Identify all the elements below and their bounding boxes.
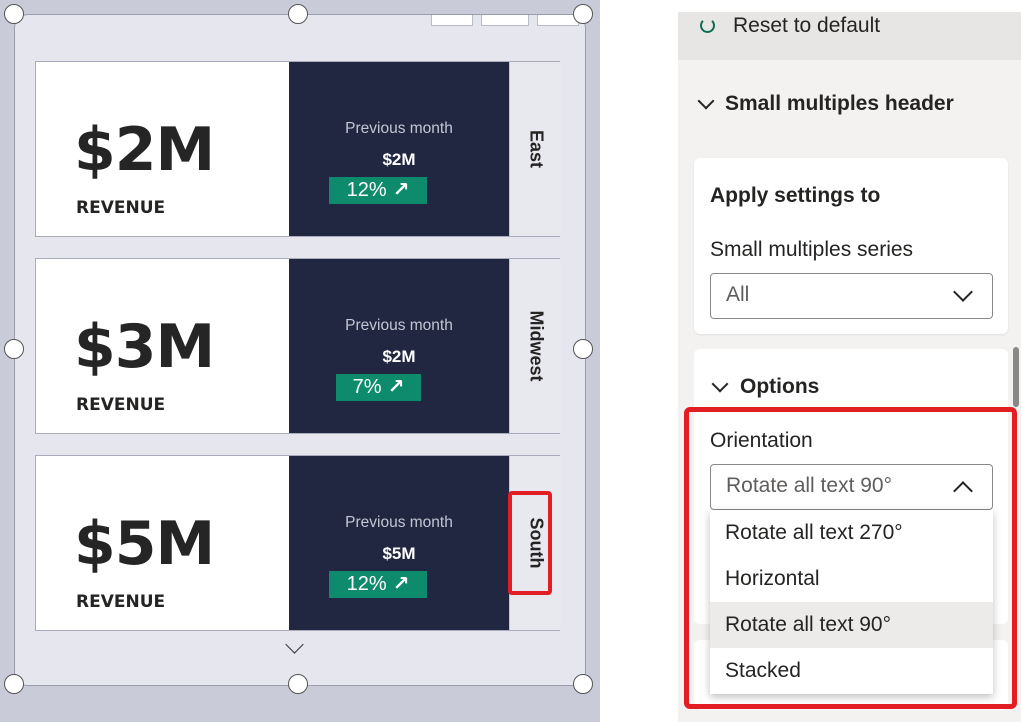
resize-handle-top-right[interactable]: [573, 4, 593, 24]
resize-handle-bottom-left[interactable]: [4, 674, 24, 694]
resize-handle-left[interactable]: [4, 339, 24, 359]
previous-month-label: Previous month: [345, 514, 453, 531]
focus-mode-button[interactable]: [481, 15, 529, 26]
pin-visual-button[interactable]: [431, 15, 473, 26]
orientation-highlight: [684, 407, 1017, 709]
change-percent: 12%: [346, 179, 387, 201]
arrow-up-right-icon: ↗: [387, 376, 405, 398]
south-label-highlight: [508, 491, 552, 595]
chevron-down-icon: [711, 375, 729, 395]
resize-handle-top-left[interactable]: [4, 4, 24, 24]
small-multiple-header: East: [509, 62, 561, 236]
kpi-card[interactable]: $2M REVENUE Previous month $2M 12% ↗ East: [35, 61, 561, 237]
kpi-label: REVENUE: [76, 198, 166, 218]
change-percent: 12%: [346, 573, 387, 595]
series-label: Small multiples series: [710, 238, 914, 261]
previous-month-value: $2M: [382, 347, 416, 366]
kpi-label: REVENUE: [76, 395, 166, 415]
kpi-value: $3M: [74, 312, 215, 382]
previous-month-label: Previous month: [345, 120, 453, 137]
resize-handle-top[interactable]: [288, 4, 308, 24]
region-label: Midwest: [526, 310, 546, 382]
apply-settings-title: Apply settings to: [710, 184, 881, 207]
previous-month-label: Previous month: [345, 317, 453, 334]
resize-handle-right[interactable]: [573, 339, 593, 359]
reset-label: Reset to default: [733, 14, 881, 37]
change-badge: 7% ↗: [336, 374, 421, 401]
kpi-card[interactable]: $5M REVENUE Previous month $5M 12% ↗ Sout…: [35, 455, 561, 631]
comparison-panel: Previous month $2M 7% ↗: [289, 259, 509, 433]
comparison-panel: Previous month $2M 12% ↗: [289, 62, 509, 236]
small-multiple-header: Midwest: [509, 259, 561, 433]
chevron-down-icon: [953, 282, 973, 302]
chevron-down-icon: [697, 92, 715, 112]
arrow-up-right-icon: ↗: [392, 179, 410, 201]
change-percent: 7%: [352, 376, 382, 398]
change-badge: 12% ↗: [329, 177, 427, 204]
series-dropdown[interactable]: All: [710, 273, 993, 319]
small-multiples-header-title[interactable]: Small multiples header: [725, 92, 954, 116]
options-title[interactable]: Options: [740, 375, 819, 399]
change-badge: 12% ↗: [329, 571, 427, 598]
region-label: East: [526, 129, 546, 169]
kpi-value: $5M: [74, 509, 215, 579]
kpi-card[interactable]: $3M REVENUE Previous month $2M 7% ↗ Midwe…: [35, 258, 561, 434]
kpi-label: REVENUE: [76, 592, 166, 612]
previous-month-value: $5M: [382, 544, 416, 563]
resize-handle-bottom[interactable]: [288, 674, 308, 694]
arrow-up-right-icon: ↗: [392, 573, 410, 595]
pane-scrollbar[interactable]: [1013, 347, 1019, 407]
series-dropdown-value: All: [726, 283, 750, 306]
comparison-panel: Previous month $5M 12% ↗: [289, 456, 509, 630]
kpi-value: $2M: [74, 115, 215, 185]
resize-handle-bottom-right[interactable]: [573, 674, 593, 694]
previous-month-value: $2M: [382, 150, 416, 169]
reset-icon: [700, 18, 715, 33]
